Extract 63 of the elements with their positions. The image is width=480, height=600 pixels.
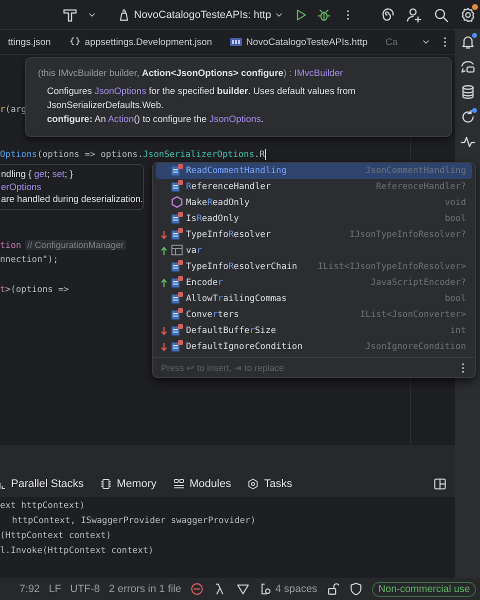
- completion-name: Converters: [186, 310, 240, 320]
- panel-tab[interactable]: Tasks: [247, 478, 292, 490]
- completion-item[interactable]: Encoder JavaScriptEncoder?: [156, 275, 472, 291]
- line-ending[interactable]: LF: [48, 583, 62, 595]
- code-line: Options(options => options.JsonSerializerOptions.R: [0, 148, 266, 162]
- completion-name: DefaultBufferSize: [186, 326, 278, 336]
- completion-item[interactable]: ReadCommentHandling JsonCommentHandling: [156, 163, 472, 179]
- completion-type: JsonCommentHandling: [365, 166, 466, 176]
- completion-item[interactable]: Converters IList<JsonConverter>: [156, 307, 472, 323]
- stack-frame-line: httpContext, ISwaggerProvider swaggerProvider): [11, 515, 257, 528]
- panel-tab[interactable]: Memory: [100, 478, 156, 490]
- completion-item[interactable]: var: [156, 243, 472, 259]
- editor-tab[interactable]: NovoCatalogoTesteAPIs.http: [222, 30, 376, 54]
- completion-type: void: [444, 198, 466, 208]
- completion-name: DefaultIgnoreCondition: [186, 342, 304, 352]
- doc-text: ndling { get; set; }: [1, 168, 74, 180]
- editor-tab[interactable]: appsettings.Development.json: [60, 30, 220, 54]
- stack-frame-line: ext httpContext): [0, 500, 86, 513]
- code-line: nnection");: [0, 254, 58, 267]
- completion-name: ReferenceHandler: [186, 182, 272, 192]
- completion-item[interactable]: MakeReadOnly void: [156, 195, 472, 211]
- completion-name: AllowTrailingCommas: [186, 294, 288, 304]
- code-line: t>(options =>: [0, 284, 69, 297]
- completion-type: bool: [444, 294, 466, 304]
- file-encoding[interactable]: UTF-8: [70, 583, 100, 595]
- completion-type: bool: [444, 214, 466, 224]
- completion-name: Encoder: [186, 278, 224, 288]
- parameter-description: configure: An Action() to configure the JsonOptions.: [47, 113, 265, 126]
- completion-type: IList<IJsonTypeInfoResolver>: [318, 262, 466, 272]
- stack-frame-line: (HttpContext context): [0, 530, 112, 543]
- completion-type: ReferenceHandler?: [376, 182, 466, 192]
- problems-summary[interactable]: 2 errors in 1 file: [108, 583, 182, 595]
- completion-item[interactable]: ReferenceHandler ReferenceHandler?: [156, 179, 472, 195]
- completion-item[interactable]: DefaultBufferSize int: [156, 323, 472, 339]
- doc-text: erOptions: [1, 180, 42, 193]
- completion-type: IJsonTypeInfoResolver?: [349, 230, 466, 240]
- completion-name: TypeInfoResolver: [186, 230, 272, 240]
- panel-tab[interactable]: Parallel Stacks: [0, 478, 84, 490]
- completion-type: IList<JsonConverter>: [360, 310, 466, 320]
- indent-setting[interactable]: 4 spaces: [259, 582, 318, 596]
- completion-item[interactable]: DefaultIgnoreCondition JsonIgnoreCondition: [156, 339, 472, 355]
- completion-type: JavaScriptEncoder?: [370, 278, 466, 288]
- completion-item[interactable]: TypeInfoResolverChain IList<IJsonTypeInfoResolver>: [156, 259, 472, 275]
- completion-item[interactable]: IsReadOnly bool: [156, 211, 472, 227]
- completion-type: int: [450, 326, 466, 336]
- method-description: Configures JsonOptions for the specified builder. Uses default values from JsonSerializerDefaults.Web.: [47, 85, 357, 112]
- editor-tab[interactable]: ttings.json: [0, 30, 59, 54]
- completion-hint: Press ↩ to insert, ⇥ to replace: [161, 362, 284, 372]
- completion-name: IsReadOnly: [186, 214, 240, 224]
- completion-name: ReadCommentHandling: [186, 166, 288, 176]
- completion-name: TypeInfoResolverChain: [186, 262, 298, 272]
- completion-item[interactable]: TypeInfoResolver IJsonTypeInfoResolver?: [156, 227, 472, 243]
- completion-name: MakeReadOnly: [186, 198, 251, 208]
- run-configuration-selector[interactable]: NovoCatalogoTesteAPIs: http: [114, 6, 288, 24]
- code-line: tion // ConfigurationManager: [0, 239, 126, 253]
- method-signature: (this IMvcBuilder builder, Action<JsonOptions> configure) : IMvcBuilder: [38, 67, 344, 80]
- completion-name: var: [186, 246, 203, 256]
- license-badge[interactable]: Non-commercial use: [372, 582, 476, 596]
- panel-tab[interactable]: Modules: [172, 478, 232, 490]
- stack-frame-line: l.Invoke(HttpContext context): [0, 545, 155, 558]
- cursor-position[interactable]: 7:92: [19, 583, 40, 595]
- completion-type: JsonIgnoreCondition: [365, 342, 466, 352]
- completion-item[interactable]: AllowTrailingCommas bool: [156, 291, 472, 307]
